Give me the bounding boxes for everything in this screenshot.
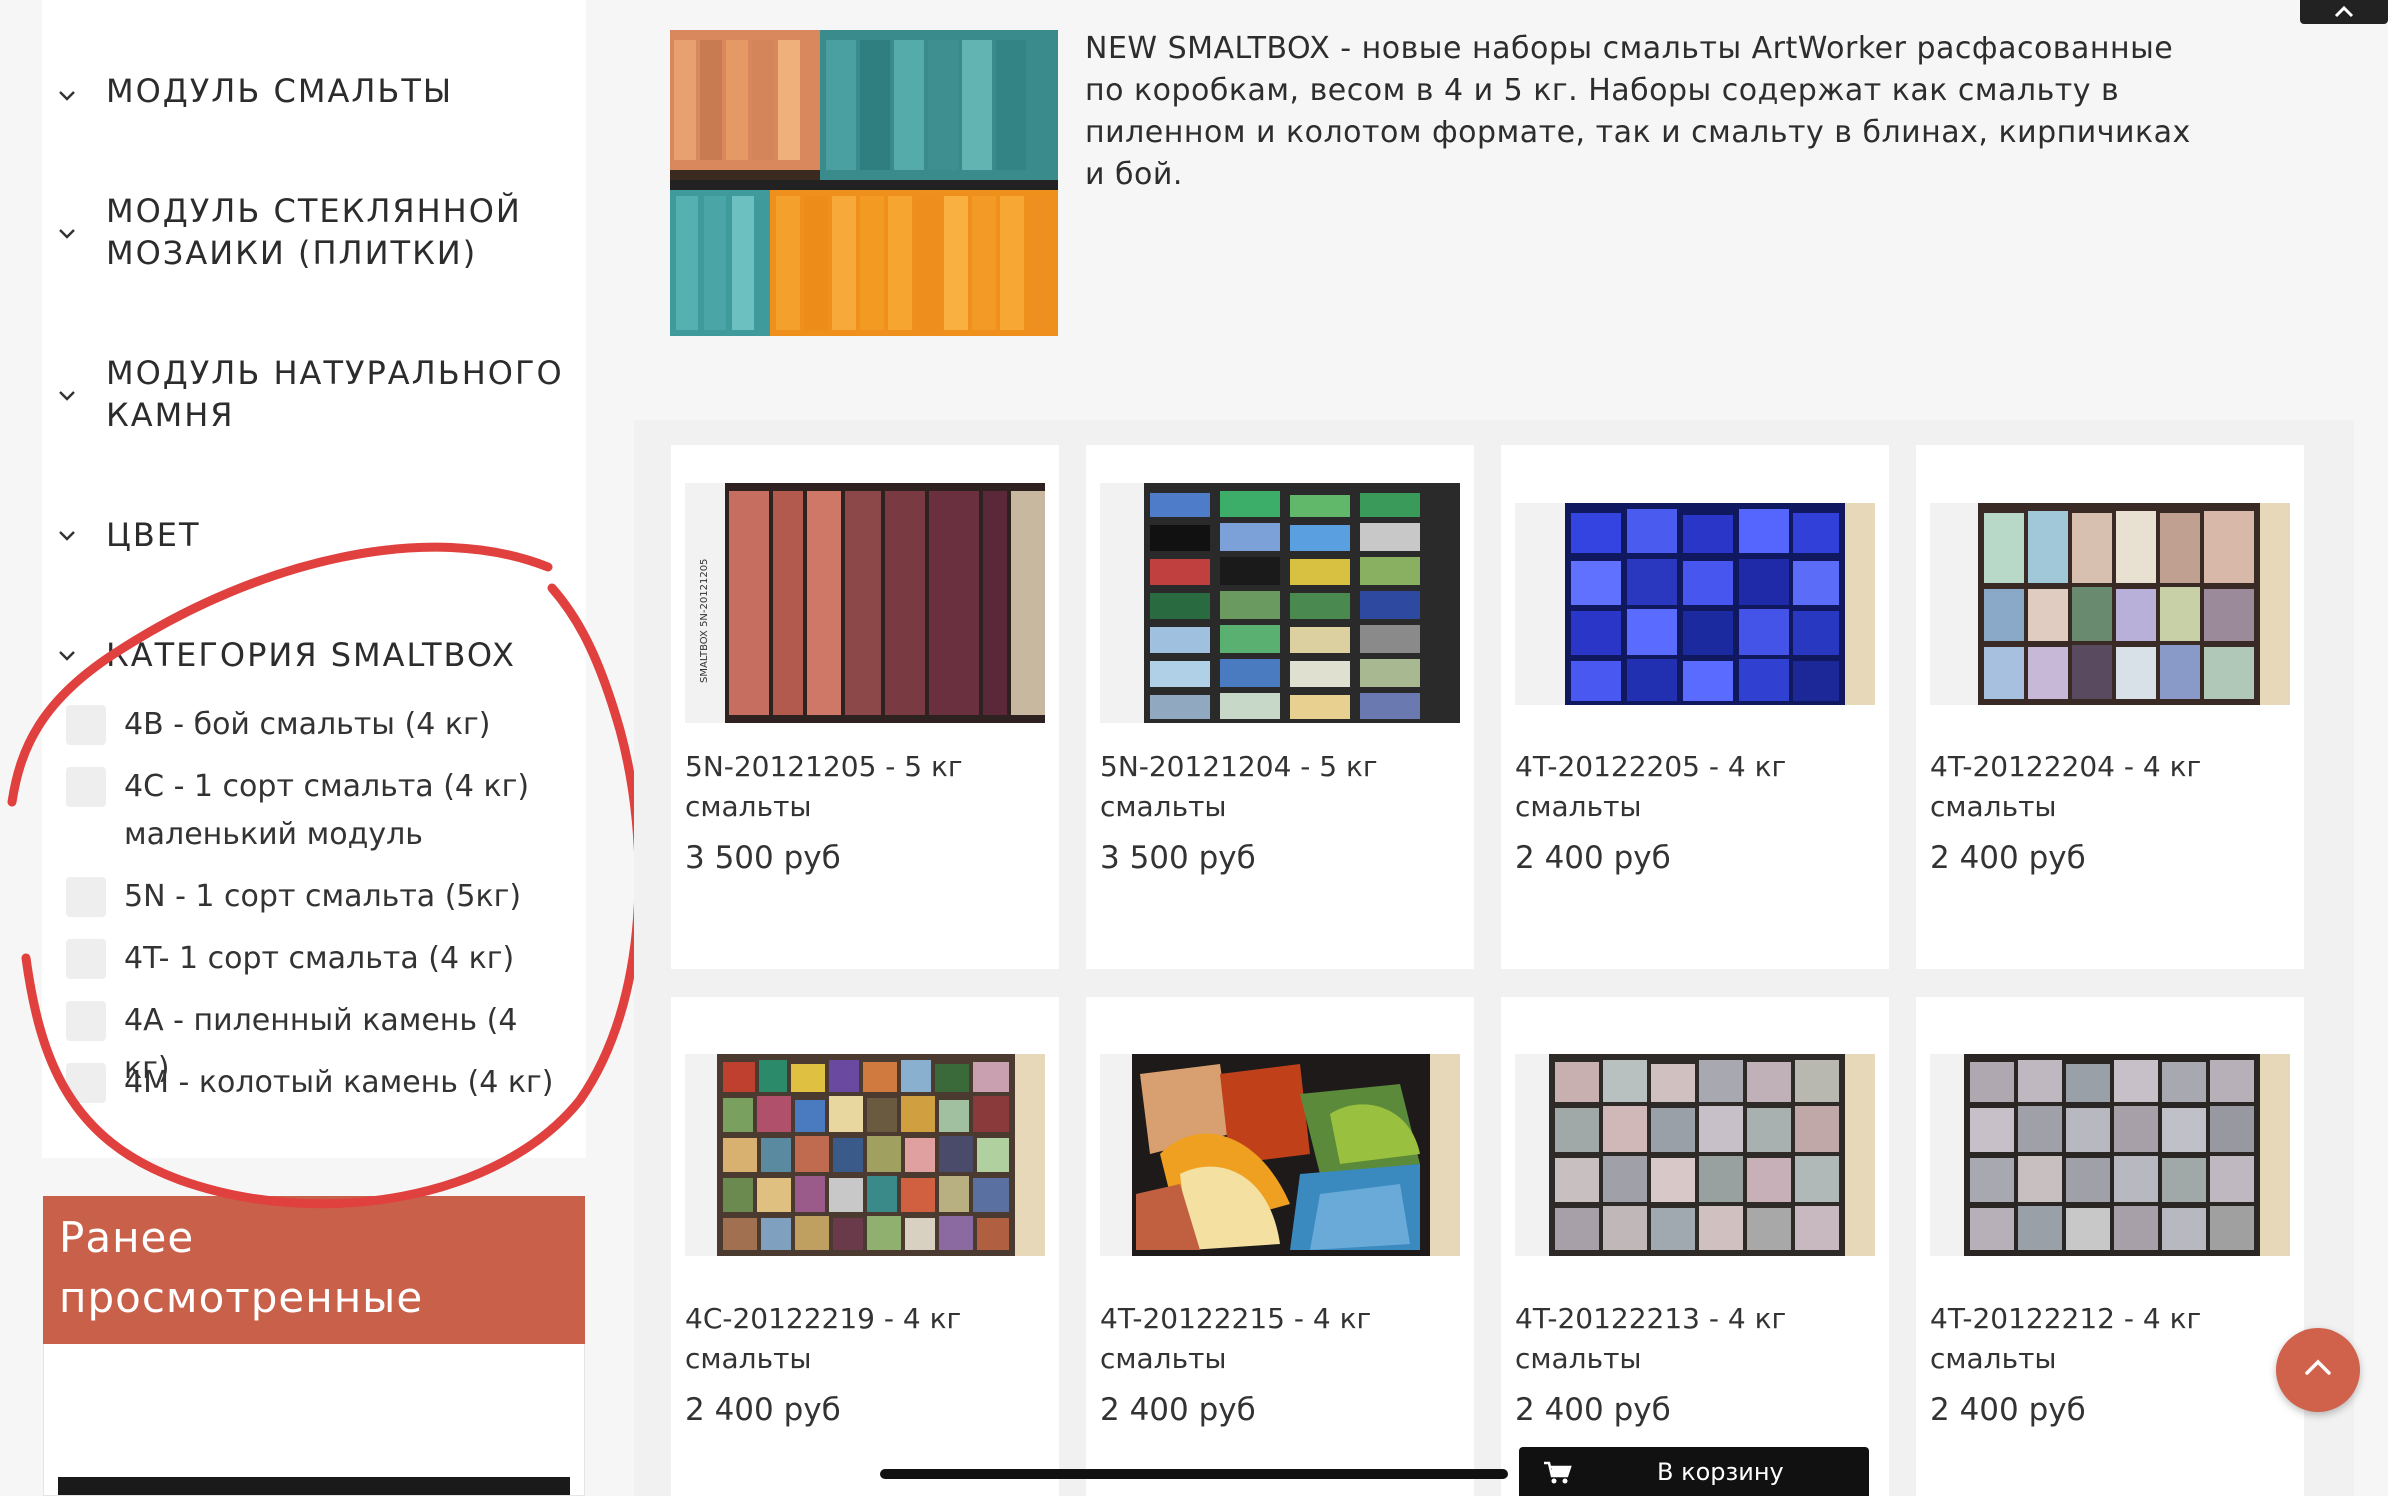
- recently-viewed-title: Ранее просмотренные товары: [43, 1196, 585, 1382]
- chevron-up-icon: [2334, 5, 2354, 18]
- add-to-cart-label: В корзину: [1657, 1457, 1784, 1486]
- filter-label: МОДУЛЬ НАТУРАЛЬНОГО: [106, 354, 564, 392]
- checkbox[interactable]: [66, 877, 106, 917]
- filter-color[interactable]: ЦВЕТ: [59, 514, 201, 556]
- smaltbox-intro-image: [670, 30, 1058, 336]
- product-image[interactable]: [1515, 1054, 1875, 1256]
- cart-icon: [1544, 1461, 1572, 1484]
- checkbox[interactable]: [66, 767, 106, 807]
- checkbox[interactable]: [66, 1001, 106, 1041]
- product-image[interactable]: SMALTBOX 5N-20121205: [685, 483, 1045, 723]
- product-card[interactable]: 4T-20122212 - 4 кг смальты 2 400 руб: [1916, 997, 2304, 1496]
- scroll-to-top-button[interactable]: [2276, 1328, 2360, 1412]
- chevron-down-icon: [59, 91, 75, 101]
- chevron-down-icon: [59, 531, 75, 541]
- category-option-4c[interactable]: 4C - 1 сорт смальта (4 кг) маленький мод…: [66, 767, 564, 859]
- checkbox-label: 4C - 1 сорт смальта (4 кг) маленький мод…: [124, 769, 530, 852]
- chevron-down-icon: [59, 391, 75, 401]
- product-card[interactable]: 4T-20122213 - 4 кг смальты 2 400 руб: [1501, 997, 1889, 1496]
- product-card[interactable]: 4C-20122219 - 4 кг смальты 2 400 руб: [671, 997, 1059, 1496]
- product-title[interactable]: 4T-20122205 - 4 кг смальты: [1515, 747, 1875, 827]
- sidebar-filters: [42, 0, 586, 1158]
- filter-label-line2: КАМНЯ: [106, 396, 235, 434]
- filter-module-glass[interactable]: МОДУЛЬ СТЕКЛЯННОЙ МОЗАИКИ (ПЛИТКИ): [59, 190, 522, 274]
- checkbox-label: 4M - колотый камень (4 кг): [124, 1065, 554, 1100]
- product-title[interactable]: 5N-20121204 - 5 кг смальты: [1100, 747, 1460, 827]
- product-card[interactable]: 4T-20122204 - 4 кг смальты 2 400 руб: [1916, 445, 2304, 969]
- category-option-4m[interactable]: 4M - колотый камень (4 кг): [66, 1063, 564, 1107]
- filter-label: КАТЕГОРИЯ SMALTBOX: [106, 636, 516, 674]
- product-price: 2 400 руб: [685, 1392, 841, 1428]
- product-title[interactable]: 4T-20122213 - 4 кг смальты: [1515, 1299, 1875, 1379]
- recently-viewed-panel: [43, 1344, 585, 1496]
- checkbox-label: 4T- 1 сорт смальта (4 кг): [124, 941, 515, 976]
- filter-module-stone[interactable]: МОДУЛЬ НАТУРАЛЬНОГО КАМНЯ: [59, 352, 564, 436]
- checkbox[interactable]: [66, 705, 106, 745]
- product-price: 3 500 руб: [1100, 840, 1256, 876]
- filter-category-smaltbox[interactable]: КАТЕГОРИЯ SMALTBOX: [59, 634, 516, 676]
- home-indicator: [880, 1469, 1508, 1479]
- product-price: 2 400 руб: [1515, 1392, 1671, 1428]
- filter-label: МОДУЛЬ СТЕКЛЯННОЙ: [106, 192, 522, 230]
- product-title[interactable]: 4C-20122219 - 4 кг смальты: [685, 1299, 1045, 1379]
- product-title[interactable]: 4T-20122212 - 4 кг смальты: [1930, 1299, 2290, 1379]
- product-price: 3 500 руб: [685, 840, 841, 876]
- chevron-down-icon: [59, 229, 75, 239]
- product-card[interactable]: SMALTBOX 5N-20121205 5N-20121205 - 5 кг …: [671, 445, 1059, 969]
- category-option-4t[interactable]: 4T- 1 сорт смальта (4 кг): [66, 939, 564, 983]
- chevron-up-icon: [2305, 1359, 2331, 1375]
- product-image[interactable]: [685, 1054, 1045, 1256]
- chevron-down-icon: [59, 651, 75, 661]
- checkbox[interactable]: [66, 1063, 106, 1103]
- product-card[interactable]: 4T-20122205 - 4 кг смальты 2 400 руб: [1501, 445, 1889, 969]
- product-image[interactable]: [1100, 483, 1460, 723]
- product-image[interactable]: [1930, 503, 2290, 705]
- product-title[interactable]: 4T-20122204 - 4 кг смальты: [1930, 747, 2290, 827]
- product-price: 2 400 руб: [1930, 840, 2086, 876]
- filter-label-line2: МОЗАИКИ (ПЛИТКИ): [106, 234, 478, 272]
- product-price: 2 400 руб: [1100, 1392, 1256, 1428]
- category-option-5n[interactable]: 5N - 1 сорт смальта (5кг): [66, 877, 564, 921]
- checkbox-label: 5N - 1 сорт смальта (5кг): [124, 879, 522, 914]
- filter-label: МОДУЛЬ СМАЛЬТЫ: [106, 72, 454, 110]
- recently-viewed-thumbnail[interactable]: [58, 1477, 570, 1495]
- category-option-4b[interactable]: 4B - бой смальты (4 кг): [66, 705, 564, 749]
- product-price: 2 400 руб: [1515, 840, 1671, 876]
- svg-text:SMALTBOX 5N-20121205: SMALTBOX 5N-20121205: [699, 559, 710, 683]
- product-price: 2 400 руб: [1930, 1392, 2086, 1428]
- add-to-cart-button[interactable]: В корзину: [1519, 1447, 1869, 1496]
- product-title[interactable]: 4T-20122215 - 4 кг смальты: [1100, 1299, 1460, 1379]
- checkbox[interactable]: [66, 939, 106, 979]
- product-card[interactable]: 4T-20122215 - 4 кг смальты 2 400 руб: [1086, 997, 1474, 1496]
- product-image[interactable]: [1930, 1054, 2290, 1256]
- filter-module-smalt[interactable]: МОДУЛЬ СМАЛЬТЫ: [59, 70, 454, 112]
- product-image[interactable]: [1515, 503, 1875, 705]
- filter-label: ЦВЕТ: [106, 516, 201, 554]
- intro-description: NEW SMALTBOX - новые наборы смальты ArtW…: [1085, 31, 2191, 192]
- product-title[interactable]: 5N-20121205 - 5 кг смальты: [685, 747, 1045, 827]
- product-image[interactable]: [1100, 1054, 1460, 1256]
- checkbox-label: 4B - бой смальты (4 кг): [124, 707, 491, 742]
- collapse-tab[interactable]: [2300, 0, 2388, 24]
- product-card[interactable]: 5N-20121204 - 5 кг смальты 3 500 руб: [1086, 445, 1474, 969]
